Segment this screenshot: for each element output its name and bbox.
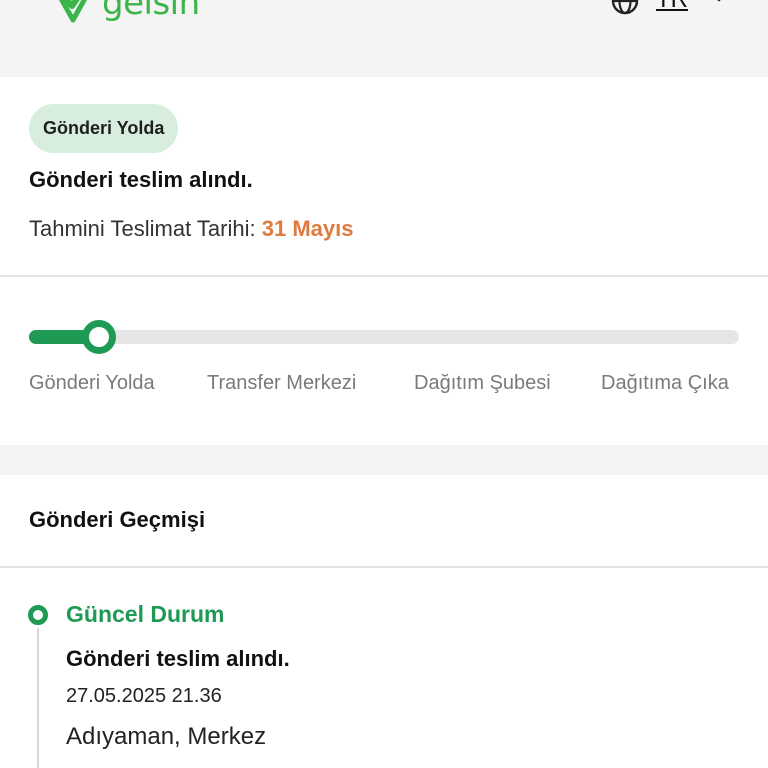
step-label-out-for-delivery: Dağıtıma Çıka (601, 372, 729, 394)
history-header: Gönderi Geçmişi (0, 475, 768, 567)
shipment-status-card: Gönderi Yolda Gönderi teslim alındı. Tah… (0, 77, 768, 275)
event-title: Gönderi teslim alındı. (66, 646, 290, 671)
step-label-in-transit: Gönderi Yolda (29, 372, 155, 394)
event-time: 27.05.2025 21.36 (66, 685, 222, 707)
brand-logo[interactable]: gelsin (50, 0, 200, 26)
globe-icon[interactable] (610, 0, 640, 16)
gelsin-logo-icon (58, 0, 88, 23)
progress-track (29, 330, 739, 344)
shipment-progress-card: Gönderi Yolda Transfer Merkezi Dağıtım Ş… (0, 277, 768, 445)
status-badge: Gönderi Yolda (29, 104, 179, 153)
history-list: Güncel Durum Gönderi teslim alındı. 27.0… (0, 568, 768, 768)
eta-date: 31 Mayıs (261, 216, 354, 241)
chevron-down-icon[interactable] (708, 0, 730, 8)
status-title: Gönderi teslim alındı. (29, 167, 253, 192)
language-selector[interactable]: TR (656, 0, 688, 14)
event-location: Adıyaman, Merkez (66, 723, 267, 750)
event-status: Güncel Durum (66, 601, 225, 627)
timeline-line (37, 628, 39, 768)
estimated-delivery: Tahmini Teslimat Tarihi: 31 Mayıs (29, 216, 353, 242)
step-label-transfer-center: Transfer Merkezi (207, 372, 357, 394)
timeline-dot-icon (28, 605, 48, 625)
eta-label: Tahmini Teslimat Tarihi: (29, 216, 256, 241)
step-label-distribution-branch: Dağıtım Şubesi (414, 372, 551, 394)
progress-marker (82, 320, 116, 354)
brand-name: gelsin (102, 0, 200, 23)
app-header: gelsin TR (0, 0, 768, 76)
history-title: Gönderi Geçmişi (29, 507, 206, 532)
